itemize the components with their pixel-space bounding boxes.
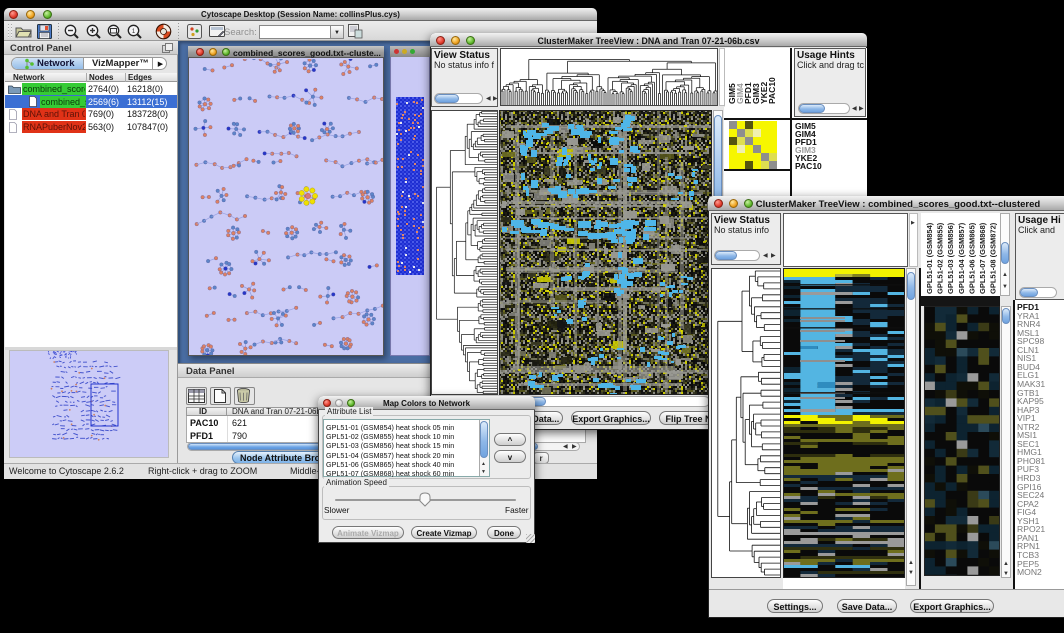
svg-text:GPL51-03 (GSM856): GPL51-03 (GSM856) [946,222,955,294]
svg-text:GPL51-04 (GSM857): GPL51-04 (GSM857) [957,222,966,294]
svg-text:PAC10: PAC10 [767,77,777,104]
svg-text:GPL51-07 (GSM868): GPL51-07 (GSM868) [978,222,987,294]
svg-text:GPL51-06 (GSM865): GPL51-06 (GSM865) [967,222,976,294]
svg-text:GPL51-08 (GSM872): GPL51-08 (GSM872) [989,222,998,294]
svg-text:GPL51-01 (GSM854): GPL51-01 (GSM854) [925,222,934,294]
svg-text:GPL51-02 (GSM855): GPL51-02 (GSM855) [936,222,945,294]
